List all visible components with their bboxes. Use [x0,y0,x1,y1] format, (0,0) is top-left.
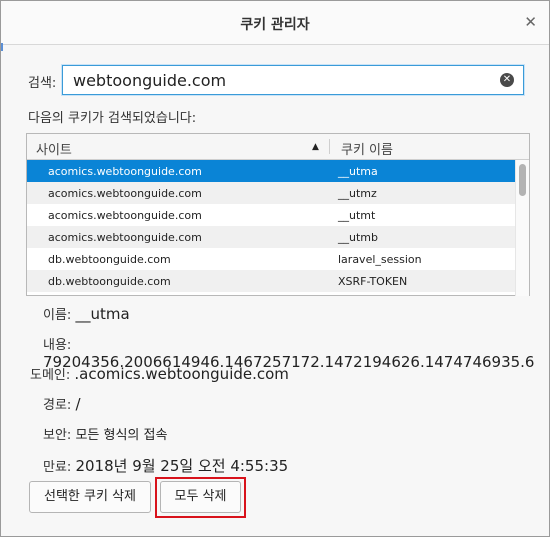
detail-content-label: 내용: [43,338,72,353]
search-input[interactable] [73,70,493,90]
delete-selected-button[interactable]: 선택한 쿠키 삭제 [29,481,151,513]
detail-domain-label: 도메인: [30,368,71,383]
cell-site: acomics.webtoonguide.com [48,209,202,222]
detail-name-value: __utma [75,305,130,323]
close-icon[interactable]: ✕ [524,13,537,31]
column-header-cookie-name[interactable]: 쿠키 이름 [341,139,393,158]
detail-domain-value: .acomics.webtoonguide.com [74,365,289,383]
table-body: acomics.webtoonguide.com __utma acomics.… [27,160,515,292]
table-row[interactable]: acomics.webtoonguide.com __utmt [27,204,515,226]
cookie-manager-dialog: 쿠키 관리자 ✕ 검색: ✕ 다음의 쿠키가 검색되었습니다: 사이트 ▲ 쿠키… [0,0,550,537]
detail-path-label: 경로: [43,398,72,413]
dialog-title: 쿠키 관리자 [240,17,310,33]
cell-cookie-name: __utmz [338,187,377,200]
cell-cookie-name: __utmt [338,209,376,222]
detail-name-label: 이름: [43,308,72,323]
detail-domain: 도메인: .acomics.webtoonguide.com [30,364,289,383]
detail-security: 보안: 모든 형식의 접속 [43,424,167,443]
search-label: 검색: [28,76,57,91]
search-result-text: 다음의 쿠키가 검색되었습니다: [28,111,197,126]
edge-mark [1,43,3,51]
cell-site: acomics.webtoonguide.com [48,187,202,200]
cell-site: db.webtoonguide.com [48,253,171,266]
detail-name: 이름: __utma [43,304,130,323]
scrollbar-thumb[interactable] [519,164,526,196]
column-divider[interactable] [329,139,330,154]
sort-ascending-icon[interactable]: ▲ [312,142,319,152]
table-row[interactable]: db.webtoonguide.com XSRF-TOKEN [27,270,515,292]
cell-cookie-name: XSRF-TOKEN [338,275,408,288]
cookie-table[interactable]: 사이트 ▲ 쿠키 이름 acomics.webtoonguide.com __u… [26,133,530,296]
title-bar: 쿠키 관리자 ✕ [1,1,549,45]
detail-path-value: / [75,395,81,413]
column-header-site[interactable]: 사이트 [36,139,72,158]
cell-cookie-name: __utmb [338,231,378,244]
search-box[interactable]: ✕ [62,65,524,95]
table-row[interactable]: db.webtoonguide.com laravel_session [27,248,515,270]
clear-search-icon[interactable]: ✕ [500,73,514,87]
table-row[interactable]: acomics.webtoonguide.com __utmb [27,226,515,248]
cell-cookie-name: __utma [338,165,378,178]
table-scrollbar[interactable] [515,160,529,296]
detail-security-label: 보안: [43,428,72,443]
detail-expires-value: 2018년 9월 25일 오전 4:55:35 [75,457,289,475]
table-row[interactable]: acomics.webtoonguide.com __utma [27,160,515,182]
detail-expires-label: 만료: [43,460,72,475]
cell-cookie-name: laravel_session [338,253,422,266]
delete-all-button[interactable]: 모두 삭제 [160,481,241,513]
table-header: 사이트 ▲ 쿠키 이름 [27,134,529,160]
detail-expires: 만료: 2018년 9월 25일 오전 4:55:35 [43,455,288,476]
cell-site: acomics.webtoonguide.com [48,165,202,178]
cell-site: acomics.webtoonguide.com [48,231,202,244]
table-row[interactable]: acomics.webtoonguide.com __utmz [27,182,515,204]
detail-path: 경로: / [43,394,81,413]
cell-site: db.webtoonguide.com [48,275,171,288]
detail-security-value: 모든 형식의 접속 [75,428,168,443]
